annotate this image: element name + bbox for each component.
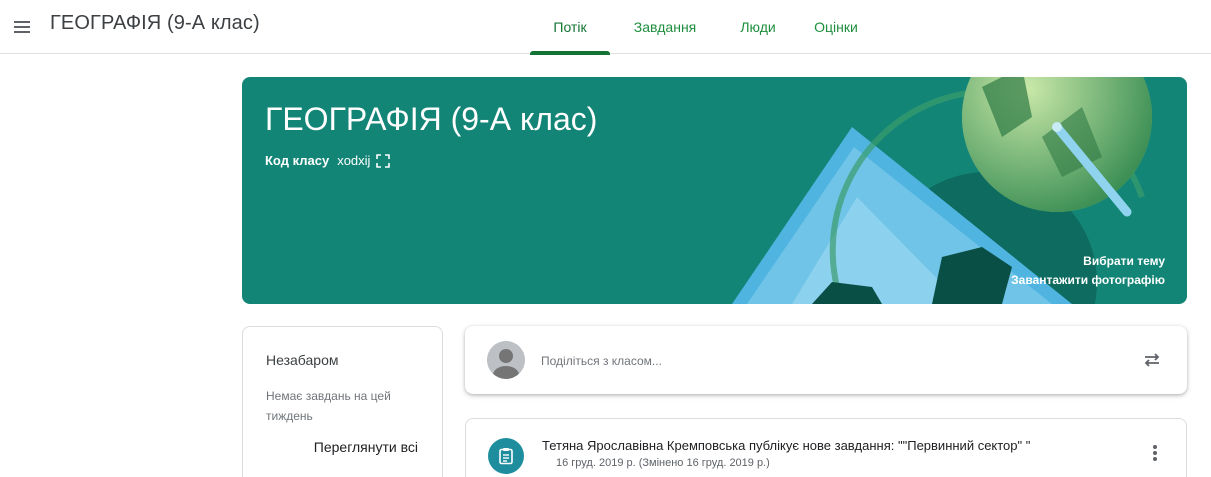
post-title[interactable]: Тетяна Ярославівна Кремповська публікує … [542,438,1030,453]
class-code-value[interactable]: xodxij [337,153,370,168]
tab-classwork[interactable]: Завдання [610,0,720,54]
hamburger-menu-icon[interactable] [10,12,38,40]
avatar [487,341,525,379]
user-avatar-icon [487,341,525,379]
class-banner: ГЕОГРАФІЯ (9-А клас) Код класу xodxij Ви… [242,77,1187,304]
upcoming-empty-text: Немає завдань на цей тиждень [266,389,391,423]
class-code-label: Код класу [265,153,330,168]
upcoming-title: Незабаром [266,352,339,368]
upload-photo-link[interactable]: Завантажити фотографію [1011,273,1165,287]
share-placeholder[interactable]: Поділіться з класом... [541,354,662,368]
top-app-bar: ГЕОГРАФІЯ (9-А клас) Потік Завдання Люди… [0,0,1211,55]
post-date: 16 груд. 2019 р. (Змінено 16 груд. 2019 … [556,457,770,469]
stream-post[interactable]: Тетяна Ярославівна Кремповська публікує … [465,418,1187,477]
view-all-link[interactable]: Переглянути всі [314,439,418,455]
class-title[interactable]: ГЕОГРАФІЯ (9-А клас) [50,12,260,35]
repost-icon[interactable] [1141,349,1163,371]
tab-stream[interactable]: Потік [530,0,610,55]
banner-title: ГЕОГРАФІЯ (9-А клас) [265,101,598,137]
more-options-icon[interactable] [1152,445,1158,465]
tab-people[interactable]: Люди [720,0,796,54]
tab-grades[interactable]: Оцінки [796,0,876,54]
assignment-icon [488,438,524,474]
upcoming-card: Незабаром Немає завдань на цей тиждень П… [242,326,443,477]
share-with-class-box[interactable]: Поділіться з класом... [465,326,1187,394]
fullscreen-icon[interactable] [376,153,391,168]
select-theme-link[interactable]: Вибрати тему [1083,254,1165,268]
class-tabs: Потік Завдання Люди Оцінки [530,0,876,55]
class-code: Код класу xodxij [265,153,391,168]
